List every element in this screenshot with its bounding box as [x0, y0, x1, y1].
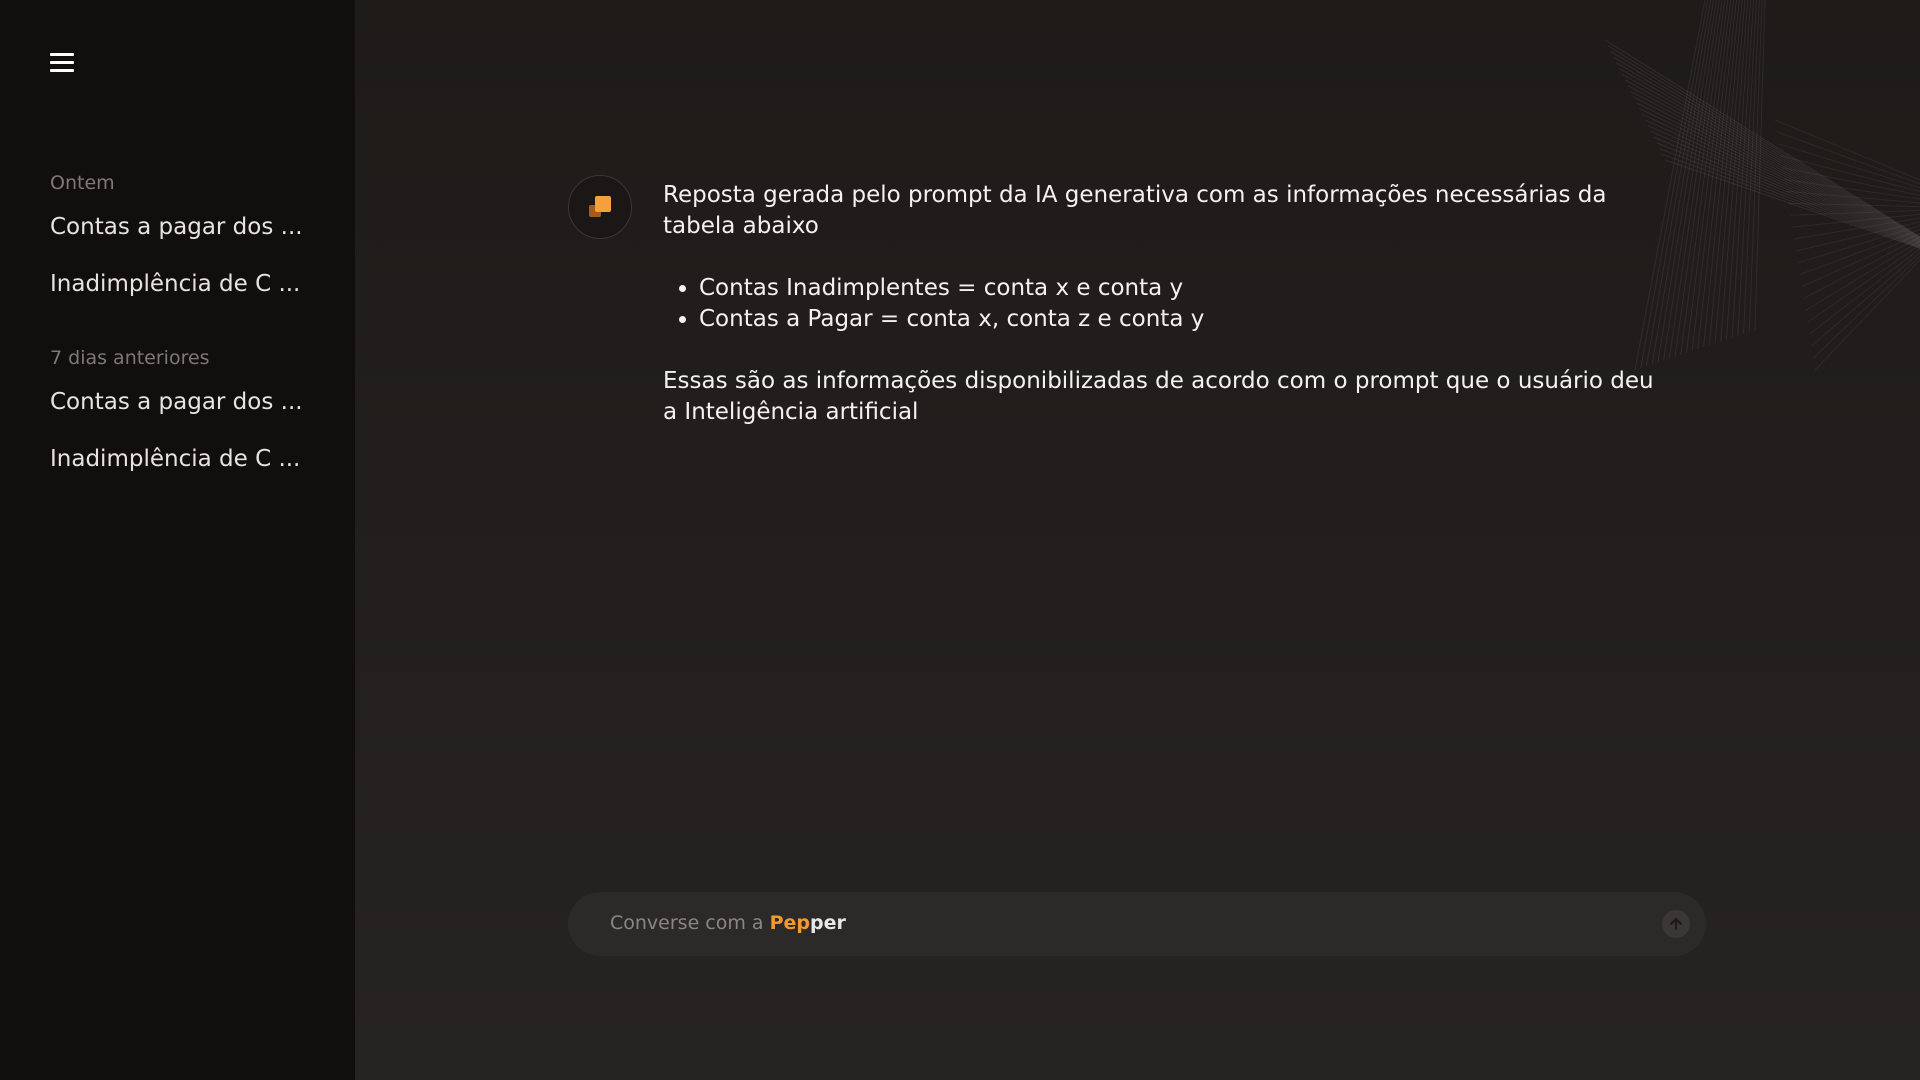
history-item[interactable]: Inadimplência de C ... [50, 446, 300, 472]
send-arrow-icon[interactable] [1662, 910, 1690, 938]
hamburger-menu-icon[interactable] [48, 50, 78, 76]
history-section-label-ontem: Ontem [50, 172, 115, 194]
message-intro: Reposta gerada pelo prompt da IA generat… [663, 182, 1607, 239]
sidebar: Ontem Contas a pagar dos ... Inadimplênc… [0, 0, 355, 1080]
chat-input[interactable]: Converse com a Pepper [568, 892, 1706, 956]
brand-name-accent: Pep [769, 912, 811, 934]
message-bullet: Contas Inadimplentes = conta x e conta y [699, 273, 1663, 304]
history-section-label-7-dias: 7 dias anteriores [50, 347, 210, 369]
brand-name-rest: per [810, 912, 846, 934]
message-bullet-list: Contas Inadimplentes = conta x e conta y… [699, 273, 1663, 335]
message-bullet: Contas a Pagar = conta x, conta z e cont… [699, 304, 1663, 335]
history-item[interactable]: Contas a pagar dos ... [50, 389, 303, 415]
message-outro: Essas são as informações disponibilizada… [663, 368, 1654, 425]
pepper-logo-icon [568, 175, 632, 239]
app-window: Ontem Contas a pagar dos ... Inadimplênc… [0, 0, 1920, 1080]
assistant-message: Reposta gerada pelo prompt da IA generat… [663, 180, 1663, 428]
placeholder-text: Converse com a [610, 912, 770, 934]
chat-input-placeholder: Converse com a Pepper [610, 912, 846, 934]
chat-area: Reposta gerada pelo prompt da IA generat… [355, 0, 1920, 1080]
history-item[interactable]: Contas a pagar dos ... [50, 214, 303, 240]
history-item[interactable]: Inadimplência de C ... [50, 271, 300, 297]
